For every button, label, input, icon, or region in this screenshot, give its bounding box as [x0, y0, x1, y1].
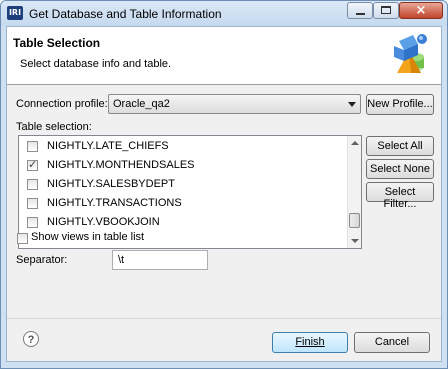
table-checkbox[interactable] — [27, 198, 38, 209]
maximize-icon — [381, 6, 391, 14]
table-checkbox[interactable] — [27, 179, 38, 190]
new-profile-button[interactable]: New Profile... — [366, 94, 434, 115]
help-icon[interactable]: ? — [23, 331, 39, 347]
table-row[interactable]: NIGHTLY.SALESBYDEPT — [19, 176, 345, 195]
connection-profile-select[interactable]: Oracle_qa2 — [108, 94, 361, 114]
table-selection-label: Table selection: — [16, 121, 92, 133]
divider — [7, 318, 441, 319]
vertical-scrollbar[interactable] — [347, 136, 361, 248]
finish-button[interactable]: Finish — [272, 332, 348, 353]
separator-input[interactable]: \t — [112, 250, 208, 270]
dialog-content: Table Selection Select database info and… — [6, 26, 442, 362]
header-banner: Table Selection Select database info and… — [7, 27, 441, 85]
scroll-down-icon[interactable] — [351, 239, 359, 243]
select-all-label: Select All — [377, 140, 423, 152]
table-name: NIGHTLY.VBOOKJOIN — [47, 216, 160, 228]
minimize-button[interactable] — [347, 2, 373, 19]
page-title: Table Selection — [13, 36, 101, 50]
app-logo-icon: IRI — [7, 6, 23, 20]
cancel-label: Cancel — [374, 336, 410, 348]
minimize-icon — [356, 13, 365, 15]
table-name: NIGHTLY.TRANSACTIONS — [47, 197, 182, 209]
table-row[interactable]: NIGHTLY.TRANSACTIONS — [19, 195, 345, 214]
scroll-up-icon[interactable] — [351, 141, 359, 145]
cancel-button[interactable]: Cancel — [354, 332, 430, 353]
show-views-checkbox[interactable] — [17, 233, 28, 244]
show-views-label[interactable]: Show views in table list — [31, 231, 144, 243]
page-description: Select database info and table. — [20, 58, 172, 70]
new-profile-label: New Profile... — [367, 98, 433, 110]
table-checkbox[interactable]: ✓ — [27, 158, 38, 171]
table-name: NIGHTLY.LATE_CHIEFS — [47, 140, 169, 152]
window-title: Get Database and Table Information — [29, 7, 222, 21]
select-none-button[interactable]: Select None — [366, 159, 434, 179]
table-checkbox[interactable] — [27, 217, 38, 228]
table-name: NIGHTLY.MONTHENDSALES — [47, 159, 195, 171]
close-icon: × — [415, 3, 427, 18]
separator-value: \t — [118, 254, 125, 266]
connection-profile-value: Oracle_qa2 — [113, 98, 170, 110]
maximize-button[interactable] — [373, 2, 399, 19]
separator-label: Separator: — [16, 254, 68, 266]
checkmark-icon: ✓ — [28, 158, 38, 171]
select-none-label: Select None — [370, 163, 430, 175]
select-filter-button[interactable]: Select Filter... — [366, 182, 434, 210]
connection-profile-label: Connection profile: — [16, 98, 108, 110]
table-row[interactable]: NIGHTLY.LATE_CHIEFS — [19, 138, 345, 157]
select-all-button[interactable]: Select All — [366, 136, 434, 156]
table-name: NIGHTLY.SALESBYDEPT — [47, 178, 175, 190]
database-shapes-icon — [394, 34, 427, 73]
table-checkbox[interactable] — [27, 141, 38, 152]
table-row[interactable]: ✓ NIGHTLY.MONTHENDSALES — [19, 157, 345, 176]
dialog-window: IRI Get Database and Table Information ×… — [0, 0, 448, 369]
finish-label: Finish — [295, 336, 325, 348]
chevron-down-icon — [348, 102, 356, 107]
scrollbar-thumb[interactable] — [349, 213, 360, 228]
close-button[interactable]: × — [399, 2, 443, 19]
select-filter-label: Select Filter... — [383, 186, 417, 210]
title-bar: IRI Get Database and Table Information × — [1, 1, 447, 26]
